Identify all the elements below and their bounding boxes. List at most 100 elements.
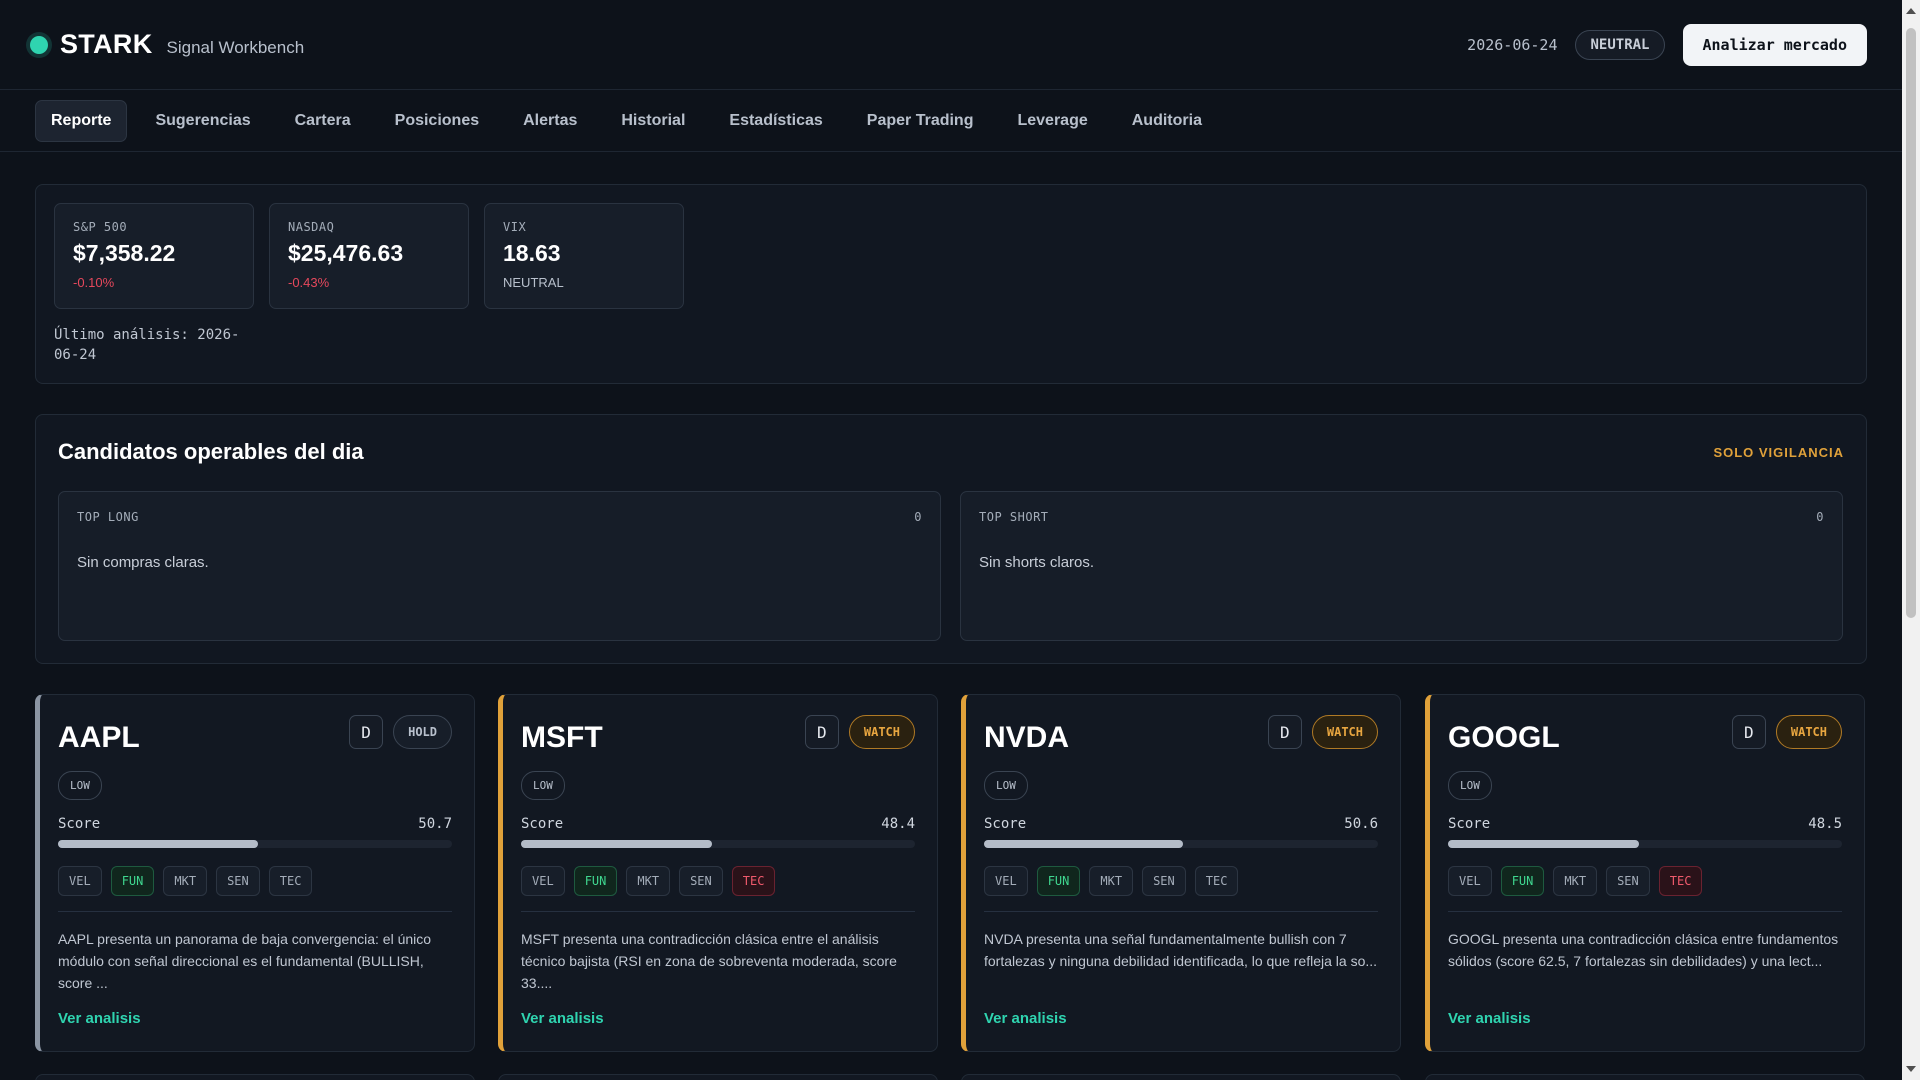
app-header: STARK Signal Workbench 2026-06-24 NEUTRA… [0,0,1902,90]
score-bar [58,840,452,848]
top-long-count: 0 [914,510,922,524]
chip-sen: SEN [1606,866,1650,896]
index-label: VIX [503,220,527,234]
index-label: NASDAQ [288,220,335,234]
chip-fun: FUN [110,866,155,896]
top-long-box: TOP LONG 0 Sin compras claras. [58,491,941,641]
index-change: NEUTRAL [503,275,564,290]
tab-cartera[interactable]: Cartera [279,100,367,142]
candidates-panel: Candidatos operables del dia SOLO VIGILA… [35,414,1867,664]
tab-sugerencias[interactable]: Sugerencias [139,100,266,142]
stock-summary: GOOGL presenta una contradicción clásica… [1448,931,1839,969]
stock-card-msft: MSFT D WATCH LOW Score 48.4 VEL FUN MKT … [498,694,938,1052]
module-chips: VEL FUN MKT SEN TEC [1448,866,1842,912]
chip-tec: TEC [731,866,776,896]
stock-summary: MSFT presenta una contradicción clásica … [521,931,897,991]
index-card-nasdaq: NASDAQ $25,476.63 -0.43% [269,203,469,309]
tab-leverage[interactable]: Leverage [1001,100,1103,142]
timeframe-badge: D [1267,715,1302,749]
top-short-count: 0 [1816,510,1824,524]
view-analysis-link[interactable]: Ver analisis [521,1010,604,1027]
chip-sen: SEN [1142,866,1186,896]
stock-card-peek [35,1074,475,1080]
risk-badge: LOW [1448,771,1492,800]
chip-mkt: MKT [1553,866,1598,896]
tab-alertas[interactable]: Alertas [507,100,593,142]
module-chips: VEL FUN MKT SEN TEC [58,866,452,912]
score-bar [984,840,1378,848]
scroll-up-icon[interactable] [1906,8,1916,14]
score-bar-fill [984,840,1184,848]
module-chips: VEL FUN MKT SEN TEC [984,866,1378,912]
page-scrollbar[interactable] [1902,0,1920,1080]
index-change: -0.43% [288,275,330,290]
score-value: 48.4 [881,816,915,832]
tab-reporte[interactable]: Reporte [35,99,128,142]
index-value: 18.63 [503,240,561,266]
view-analysis-link[interactable]: Ver analisis [58,1010,141,1027]
market-overview-panel: S&P 500 $7,358.22 -0.10% NASDAQ $25,476.… [35,184,1867,384]
index-value: $25,476.63 [288,240,404,266]
stock-summary: NVDA presenta una señal fundamentalmente… [984,931,1378,969]
stock-card-peek [498,1074,938,1080]
tab-historial[interactable]: Historial [605,100,701,142]
status-badge: WATCH [1775,715,1842,749]
index-value: $7,358.22 [73,240,176,266]
chip-vel: VEL [1448,866,1492,896]
stock-card-googl: GOOGL D WATCH LOW Score 48.5 VEL FUN MKT… [1425,694,1865,1052]
timeframe-badge: D [349,715,384,749]
chip-mkt: MKT [163,866,208,896]
stock-ticker: AAPL [58,721,140,754]
timeframe-badge: D [1731,715,1766,749]
top-short-box: TOP SHORT 0 Sin shorts claros. [960,491,1843,641]
chip-mkt: MKT [1089,866,1134,896]
tab-estadisticas[interactable]: Estadísticas [713,100,838,142]
stock-card-nvda: NVDA D WATCH LOW Score 50.6 VEL FUN MKT … [961,694,1401,1052]
score-bar-fill [58,840,258,848]
stock-card-peek [1425,1074,1865,1080]
score-value: 48.5 [1808,816,1842,832]
chip-fun: FUN [1500,866,1545,896]
stock-ticker: GOOGL [1448,721,1560,754]
market-sentiment-badge: NEUTRAL [1575,29,1665,60]
score-value: 50.6 [1344,816,1378,832]
brand: STARK Signal Workbench [30,29,304,60]
watch-only-flag: SOLO VIGILANCIA [1713,445,1844,460]
analyze-market-button[interactable]: Analizar mercado [1682,23,1867,66]
scroll-thumb[interactable] [1906,28,1916,618]
tab-auditoria[interactable]: Auditoria [1116,100,1218,142]
view-analysis-link[interactable]: Ver analisis [984,1010,1067,1027]
index-card-vix: VIX 18.63 NEUTRAL [484,203,684,309]
chip-sen: SEN [679,866,723,896]
chip-fun: FUN [573,866,618,896]
view-analysis-link[interactable]: Ver analisis [1448,1010,1531,1027]
header-right: 2026-06-24 NEUTRAL Analizar mercado [1467,23,1867,66]
top-short-text: Sin shorts claros. [979,554,1095,571]
stock-ticker: NVDA [984,721,1070,754]
risk-badge: LOW [521,771,565,800]
status-badge: HOLD [393,715,452,749]
index-label: S&P 500 [73,220,128,234]
score-bar-fill [1448,840,1640,848]
brand-name: STARK [60,29,153,59]
score-bar [1448,840,1842,848]
top-short-label: TOP SHORT [979,510,1049,524]
stock-card-aapl: AAPL D HOLD LOW Score 50.7 VEL FUN MKT S… [35,694,475,1052]
status-dot-icon [30,35,48,54]
main-tabs: Reporte Sugerencias Cartera Posiciones A… [0,90,1902,152]
status-badge: WATCH [848,715,915,749]
tab-posiciones[interactable]: Posiciones [379,100,495,142]
tab-paper-trading[interactable]: Paper Trading [851,100,990,142]
stock-ticker: MSFT [521,721,603,754]
chip-tec: TEC [1658,866,1703,896]
risk-badge: LOW [984,771,1028,800]
chip-mkt: MKT [626,866,671,896]
chip-tec: TEC [268,866,313,896]
chip-vel: VEL [58,866,102,896]
scroll-down-icon[interactable] [1906,1066,1916,1072]
brand-subtitle: Signal Workbench [166,37,305,57]
stock-summary: AAPL presenta un panorama de baja conver… [58,931,432,991]
timeframe-badge: D [804,715,839,749]
chip-sen: SEN [216,866,260,896]
stock-card-peek [961,1074,1401,1080]
